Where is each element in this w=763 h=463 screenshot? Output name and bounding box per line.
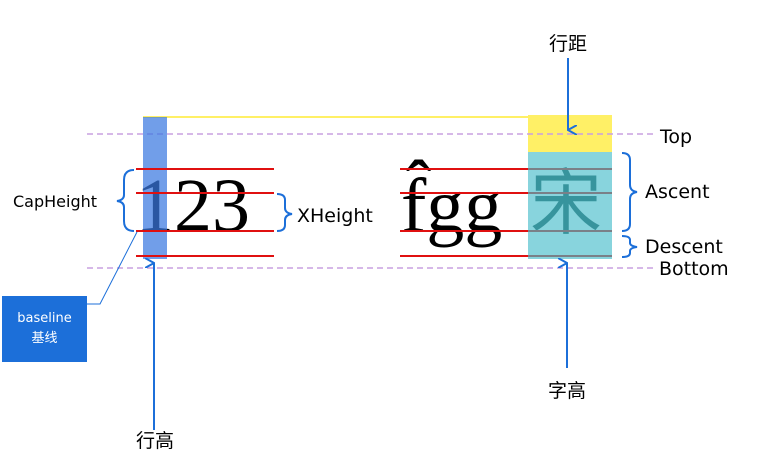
baseline-badge-en: baseline <box>17 311 72 326</box>
baseline-badge-zh: 基线 <box>31 331 58 346</box>
cjk-sample: 宋 <box>530 161 602 245</box>
cap-height-brace <box>116 169 135 232</box>
top-label: Top <box>659 126 692 148</box>
descent-brace <box>621 235 638 258</box>
char-height-label: 字高 <box>548 380 586 402</box>
cap-height-label: CapHeight <box>13 192 97 211</box>
descent-label: Descent <box>645 236 723 258</box>
x-height-label: XHeight <box>297 205 373 227</box>
ascent-label: Ascent <box>645 181 710 203</box>
baseline-badge: baseline 基线 <box>2 296 87 362</box>
font-metrics-diagram: 123 f̂gg 宋 行距 Top Ascent Descent Bottom … <box>13 33 729 452</box>
x-height-brace <box>276 193 293 232</box>
line-height-column <box>143 117 167 259</box>
bottom-label: Bottom <box>659 258 729 280</box>
line-height-label: 行高 <box>136 430 174 452</box>
ascent-brace <box>621 152 638 232</box>
latin-sample: f̂gg <box>401 158 502 248</box>
line-spacing-label: 行距 <box>549 33 587 55</box>
